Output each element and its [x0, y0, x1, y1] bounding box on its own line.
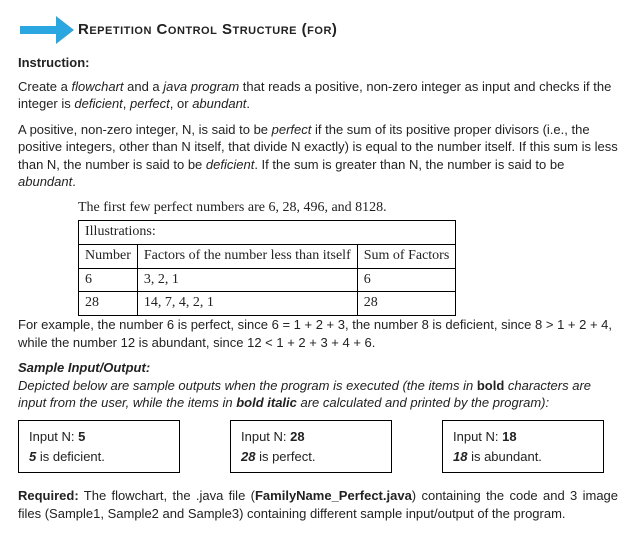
- text: Depicted below are sample outputs when t…: [18, 378, 477, 393]
- text: A positive, non-zero integer, N, is said…: [18, 122, 272, 137]
- illus-label: Illustrations:: [79, 220, 456, 244]
- sample-box: Input N: 28 28 is perfect.: [230, 420, 392, 473]
- result-n: 28: [241, 449, 255, 464]
- text: and a: [124, 79, 164, 94]
- sample-box: Input N: 18 18 is abundant.: [442, 420, 604, 473]
- prompt: Input N:: [453, 429, 502, 444]
- required-paragraph: Required: The flowchart, the .java file …: [18, 487, 618, 522]
- arrow-icon: [18, 12, 78, 48]
- example-paragraph: For example, the number 6 is perfect, si…: [18, 316, 618, 351]
- input-value: 18: [502, 429, 516, 444]
- instruction-p1: Create a flowchart and a java program th…: [18, 78, 618, 113]
- text: . If the sum is greater than N, the numb…: [254, 157, 564, 172]
- sample-io-heading: Sample Input/Output:: [18, 360, 150, 375]
- input-value: 5: [78, 429, 85, 444]
- result-text: is abundant.: [467, 449, 541, 464]
- illustrations-table: Illustrations: Number Factors of the num…: [78, 220, 456, 317]
- deficient-word: deficient: [74, 96, 122, 111]
- cell-f: 14, 7, 4, 2, 1: [137, 292, 357, 316]
- cell-s: 28: [357, 292, 456, 316]
- result-n: 18: [453, 449, 467, 464]
- bold-word: bold: [477, 378, 504, 393]
- table-row: 6 3, 2, 1 6: [79, 268, 456, 292]
- illustrations-block: Illustrations: Number Factors of the num…: [78, 220, 618, 317]
- text: , or: [170, 96, 192, 111]
- cell-n: 6: [79, 268, 138, 292]
- text: ,: [123, 96, 130, 111]
- cell-f: 3, 2, 1: [137, 268, 357, 292]
- result-text: is deficient.: [36, 449, 105, 464]
- result-text: is perfect.: [255, 449, 315, 464]
- deficient-word: deficient: [206, 157, 254, 172]
- text: .: [72, 174, 76, 189]
- bold-italic-word: bold italic: [236, 395, 297, 410]
- prompt: Input N:: [241, 429, 290, 444]
- java-word: java program: [163, 79, 239, 94]
- sample-io-heading-block: Sample Input/Output: Depicted below are …: [18, 359, 618, 412]
- perfect-word: perfect: [130, 96, 170, 111]
- sample-box: Input N: 5 5 is deficient.: [18, 420, 180, 473]
- text: The flowchart, the .java file (: [79, 488, 255, 503]
- text: are calculated and printed by the progra…: [297, 395, 549, 410]
- required-label: Required:: [18, 488, 79, 503]
- cell-n: 28: [79, 292, 138, 316]
- definition-paragraph: A positive, non-zero integer, N, is said…: [18, 121, 618, 191]
- filename: FamilyName_Perfect.java: [255, 488, 412, 503]
- main-title: Repetition Control Structure (for): [78, 20, 337, 40]
- perfect-numbers-line: The first few perfect numbers are 6, 28,…: [78, 199, 618, 218]
- text: .: [246, 96, 250, 111]
- input-value: 28: [290, 429, 304, 444]
- sample-grid: Input N: 5 5 is deficient. Input N: 28 2…: [18, 420, 618, 473]
- abundant-word: abundant: [192, 96, 246, 111]
- table-row: 28 14, 7, 4, 2, 1 28: [79, 292, 456, 316]
- title-row: Repetition Control Structure (for): [18, 12, 618, 48]
- instruction-label: Instruction:: [18, 54, 618, 72]
- cell-s: 6: [357, 268, 456, 292]
- col-number: Number: [79, 244, 138, 268]
- perfect-word: perfect: [272, 122, 312, 137]
- text: Create a: [18, 79, 71, 94]
- col-sum: Sum of Factors: [357, 244, 456, 268]
- col-factors: Factors of the number less than itself: [137, 244, 357, 268]
- flowchart-word: flowchart: [71, 79, 123, 94]
- abundant-word: abundant: [18, 174, 72, 189]
- prompt: Input N:: [29, 429, 78, 444]
